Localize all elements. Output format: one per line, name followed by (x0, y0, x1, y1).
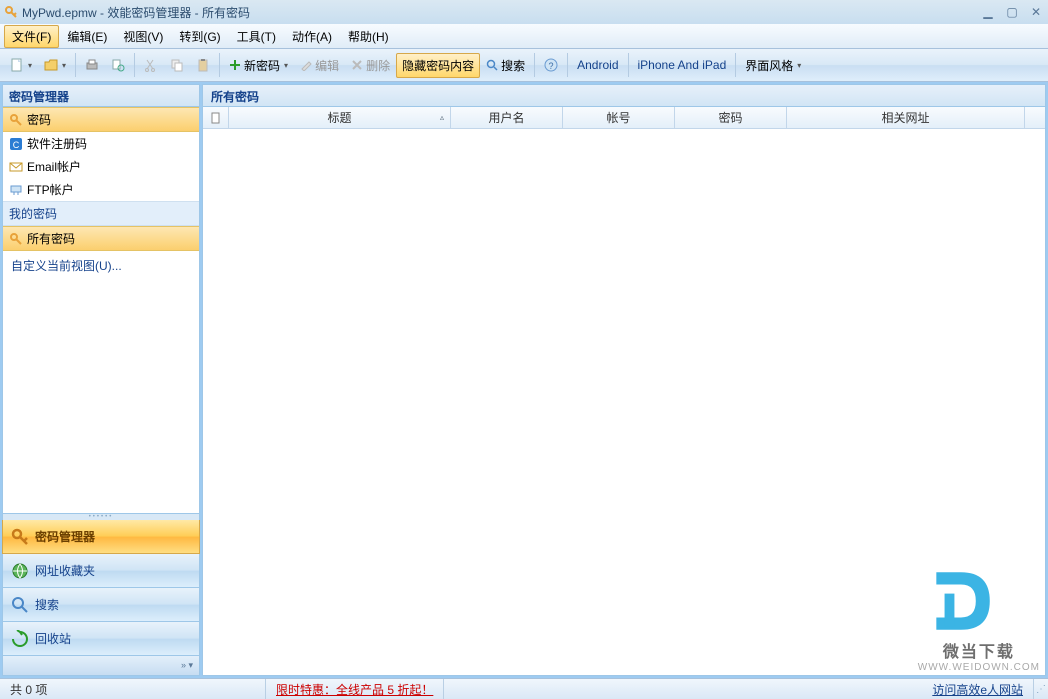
resize-grip-icon[interactable]: ⋰ (1034, 684, 1048, 695)
menu-goto[interactable]: 转到(G) (171, 25, 228, 48)
nav-label: 回收站 (35, 630, 71, 647)
menu-action[interactable]: 动作(A) (284, 25, 340, 48)
android-link[interactable]: Android (571, 55, 624, 75)
style-button[interactable]: 界面风格▾ (739, 53, 807, 78)
menu-bar: 文件(F) 编辑(E) 视图(V) 转到(G) 工具(T) 动作(A) 帮助(H… (0, 24, 1048, 49)
category-label: FTP帐户 (27, 181, 74, 198)
key-icon (9, 232, 23, 246)
all-passwords-item[interactable]: 所有密码 (3, 226, 199, 251)
category-password[interactable]: 密码 (3, 107, 199, 132)
cut-button[interactable] (138, 54, 164, 76)
menu-view[interactable]: 视图(V) (115, 25, 171, 48)
title-bar: MyPwd.epmw - 效能密码管理器 - 所有密码 ▁ ▢ ✕ (0, 0, 1048, 24)
window-title: MyPwd.epmw - 效能密码管理器 - 所有密码 (22, 4, 980, 21)
status-site-link[interactable]: 访问高效e人网站 (922, 679, 1034, 699)
help-button[interactable]: ? (538, 54, 564, 76)
table-body (203, 129, 1045, 675)
nav-label: 密码管理器 (35, 528, 95, 545)
edit-button[interactable]: 编辑 (294, 53, 345, 78)
sidebar-header: 密码管理器 (3, 85, 199, 107)
search-button[interactable]: 搜索 (480, 53, 531, 78)
nav-search[interactable]: 搜索 (2, 588, 200, 622)
category-email[interactable]: Email帐户 (3, 155, 199, 178)
nav-label: 搜索 (35, 596, 59, 613)
iphone-link[interactable]: iPhone And iPad (632, 55, 733, 75)
menu-file[interactable]: 文件(F) (4, 25, 59, 48)
globe-icon (11, 562, 29, 580)
recycle-icon (11, 630, 29, 648)
key-icon (9, 113, 23, 127)
open-button[interactable]: ▾ (38, 54, 72, 76)
all-passwords-label: 所有密码 (27, 230, 75, 247)
content-panel: 所有密码 标题▵ 用户名 帐号 密码 相关网址 (202, 84, 1046, 676)
window-controls: ▁ ▢ ✕ (980, 5, 1044, 19)
customize-view-link[interactable]: 自定义当前视图(U)... (3, 251, 199, 280)
content-title: 所有密码 (203, 85, 1045, 107)
table-header: 标题▵ 用户名 帐号 密码 相关网址 (203, 107, 1045, 129)
copy-button[interactable] (164, 54, 190, 76)
nav-collapse[interactable]: » ▾ (2, 656, 200, 676)
status-bar: 共 0 项 限时特惠：全线产品 5 折起！ 访问高效e人网站 ⋰ (0, 678, 1048, 699)
menu-help[interactable]: 帮助(H) (340, 25, 397, 48)
status-count: 共 0 项 (0, 679, 266, 699)
ftp-icon (9, 183, 23, 197)
side-panel: 密码管理器 密码 C 软件注册码 Email帐户 FTP帐户 我的密码 所有密码 (2, 84, 200, 514)
print-button[interactable] (79, 54, 105, 76)
svg-text:?: ? (549, 61, 554, 71)
column-title[interactable]: 标题▵ (229, 107, 451, 128)
nav-password-manager[interactable]: 密码管理器 (2, 520, 200, 554)
category-label: 密码 (27, 111, 51, 128)
category-software-key[interactable]: C 软件注册码 (3, 132, 199, 155)
nav-buttons: 密码管理器 网址收藏夹 搜索 回收站 » ▾ (2, 520, 200, 676)
app-key-icon (4, 5, 18, 19)
nav-recycle[interactable]: 回收站 (2, 622, 200, 656)
column-account[interactable]: 帐号 (563, 107, 675, 128)
new-doc-button[interactable]: ▾ (4, 54, 38, 76)
delete-button[interactable]: 删除 (345, 53, 396, 78)
column-url[interactable]: 相关网址 (787, 107, 1025, 128)
sort-asc-icon: ▵ (440, 113, 444, 122)
key-icon (11, 528, 29, 546)
category-label: Email帐户 (27, 158, 81, 175)
column-user[interactable]: 用户名 (451, 107, 563, 128)
menu-tools[interactable]: 工具(T) (229, 25, 284, 48)
category-ftp[interactable]: FTP帐户 (3, 178, 199, 201)
email-icon (9, 160, 23, 174)
my-passwords-header: 我的密码 (3, 201, 199, 226)
toolbar: ▾ ▾ 新密码▾ 编辑 删除 隐藏密码内容 搜索 ? Android iPhon… (0, 49, 1048, 82)
print-preview-button[interactable] (105, 54, 131, 76)
category-label: 软件注册码 (27, 135, 87, 152)
nav-favorites[interactable]: 网址收藏夹 (2, 554, 200, 588)
maximize-button[interactable]: ▢ (1004, 5, 1020, 19)
software-icon: C (9, 137, 23, 151)
search-icon (11, 596, 29, 614)
paste-button[interactable] (190, 54, 216, 76)
column-password[interactable]: 密码 (675, 107, 787, 128)
new-password-button[interactable]: 新密码▾ (223, 53, 294, 78)
sidebar: 密码管理器 密码 C 软件注册码 Email帐户 FTP帐户 我的密码 所有密码 (2, 84, 200, 676)
nav-label: 网址收藏夹 (35, 562, 95, 579)
column-icon[interactable] (203, 107, 229, 128)
status-promo[interactable]: 限时特惠：全线产品 5 折起！ (266, 679, 444, 699)
svg-text:C: C (13, 140, 20, 150)
hide-password-button[interactable]: 隐藏密码内容 (396, 53, 480, 78)
minimize-button[interactable]: ▁ (980, 5, 996, 19)
doc-icon (210, 112, 222, 124)
close-button[interactable]: ✕ (1028, 5, 1044, 19)
main-area: 密码管理器 密码 C 软件注册码 Email帐户 FTP帐户 我的密码 所有密码 (0, 82, 1048, 678)
menu-edit[interactable]: 编辑(E) (59, 25, 115, 48)
